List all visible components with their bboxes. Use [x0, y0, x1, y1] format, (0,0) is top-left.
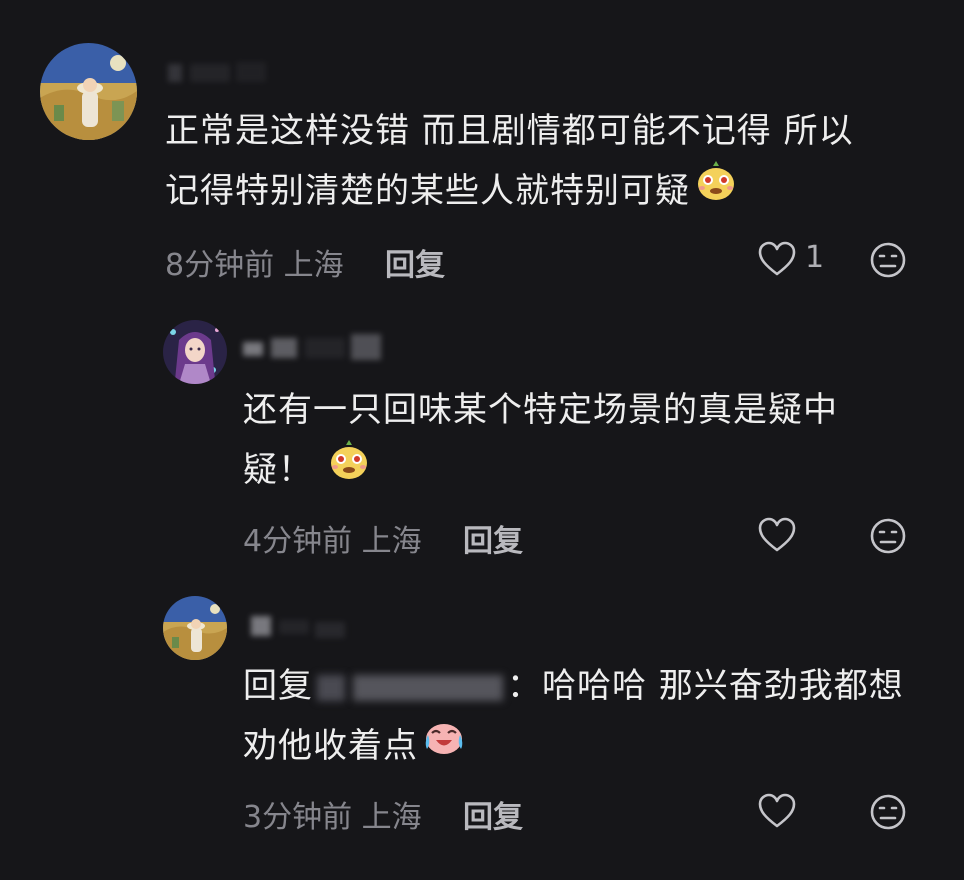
comment-text-line: 回复 ：哈哈哈 那兴奋劲我都想	[243, 666, 904, 706]
dislike-face-icon[interactable]	[868, 792, 908, 832]
comment-text: 正常是这样没错 而且剧情都可能不记得 所以 记得特别清楚的某些人就特别可疑	[165, 101, 854, 221]
heart-icon[interactable]	[757, 516, 797, 556]
avatar[interactable]	[40, 43, 137, 140]
heart-icon[interactable]	[757, 240, 797, 280]
comment-text-line: 正常是这样没错 而且剧情都可能不记得 所以	[165, 111, 854, 151]
dislike-face-icon[interactable]	[868, 240, 908, 280]
comment-text-line: 还有一只回味某个特定场景的真是疑中	[243, 390, 838, 430]
comment-text-line: 疑！	[243, 440, 838, 500]
comment-text: 回复 ：哈哈哈 那兴奋劲我都想 劝他收着点	[243, 656, 904, 776]
comment-text: 还有一只回味某个特定场景的真是疑中 疑！	[243, 380, 838, 500]
timestamp: 8分钟前	[165, 248, 275, 283]
like-count: 1	[805, 240, 825, 275]
avatar[interactable]	[163, 596, 227, 660]
username[interactable]	[168, 58, 278, 86]
comment-meta: 8分钟前 上海	[165, 240, 344, 284]
comment-text-line: 记得特别清楚的某些人就特别可疑	[165, 161, 854, 221]
location: 上海	[283, 248, 344, 283]
pear-face-emoji-icon	[327, 437, 371, 500]
mention-username[interactable]	[353, 674, 503, 701]
pear-face-emoji-icon	[694, 158, 738, 221]
crying-laughing-emoji-icon	[422, 713, 466, 776]
username[interactable]	[243, 608, 353, 638]
timestamp: 3分钟前	[243, 800, 353, 835]
reply-button[interactable]: 回复	[463, 792, 523, 836]
comment-text-line: 劝他收着点	[243, 716, 904, 776]
location: 上海	[361, 524, 422, 559]
mention-username[interactable]	[317, 674, 345, 701]
comment-meta: 4分钟前 上海	[243, 516, 422, 560]
heart-icon[interactable]	[757, 792, 797, 832]
location: 上海	[361, 800, 422, 835]
reply-button[interactable]: 回复	[463, 516, 523, 560]
reply-button[interactable]: 回复	[385, 240, 445, 284]
timestamp: 4分钟前	[243, 524, 353, 559]
avatar[interactable]	[163, 320, 227, 384]
comment-thread: 正常是这样没错 而且剧情都可能不记得 所以 记得特别清楚的某些人就特别可疑 8分…	[0, 0, 964, 880]
comment-meta: 3分钟前 上海	[243, 792, 422, 836]
username[interactable]	[243, 332, 383, 360]
dislike-face-icon[interactable]	[868, 516, 908, 556]
reply-prefix: 回复	[243, 666, 313, 706]
